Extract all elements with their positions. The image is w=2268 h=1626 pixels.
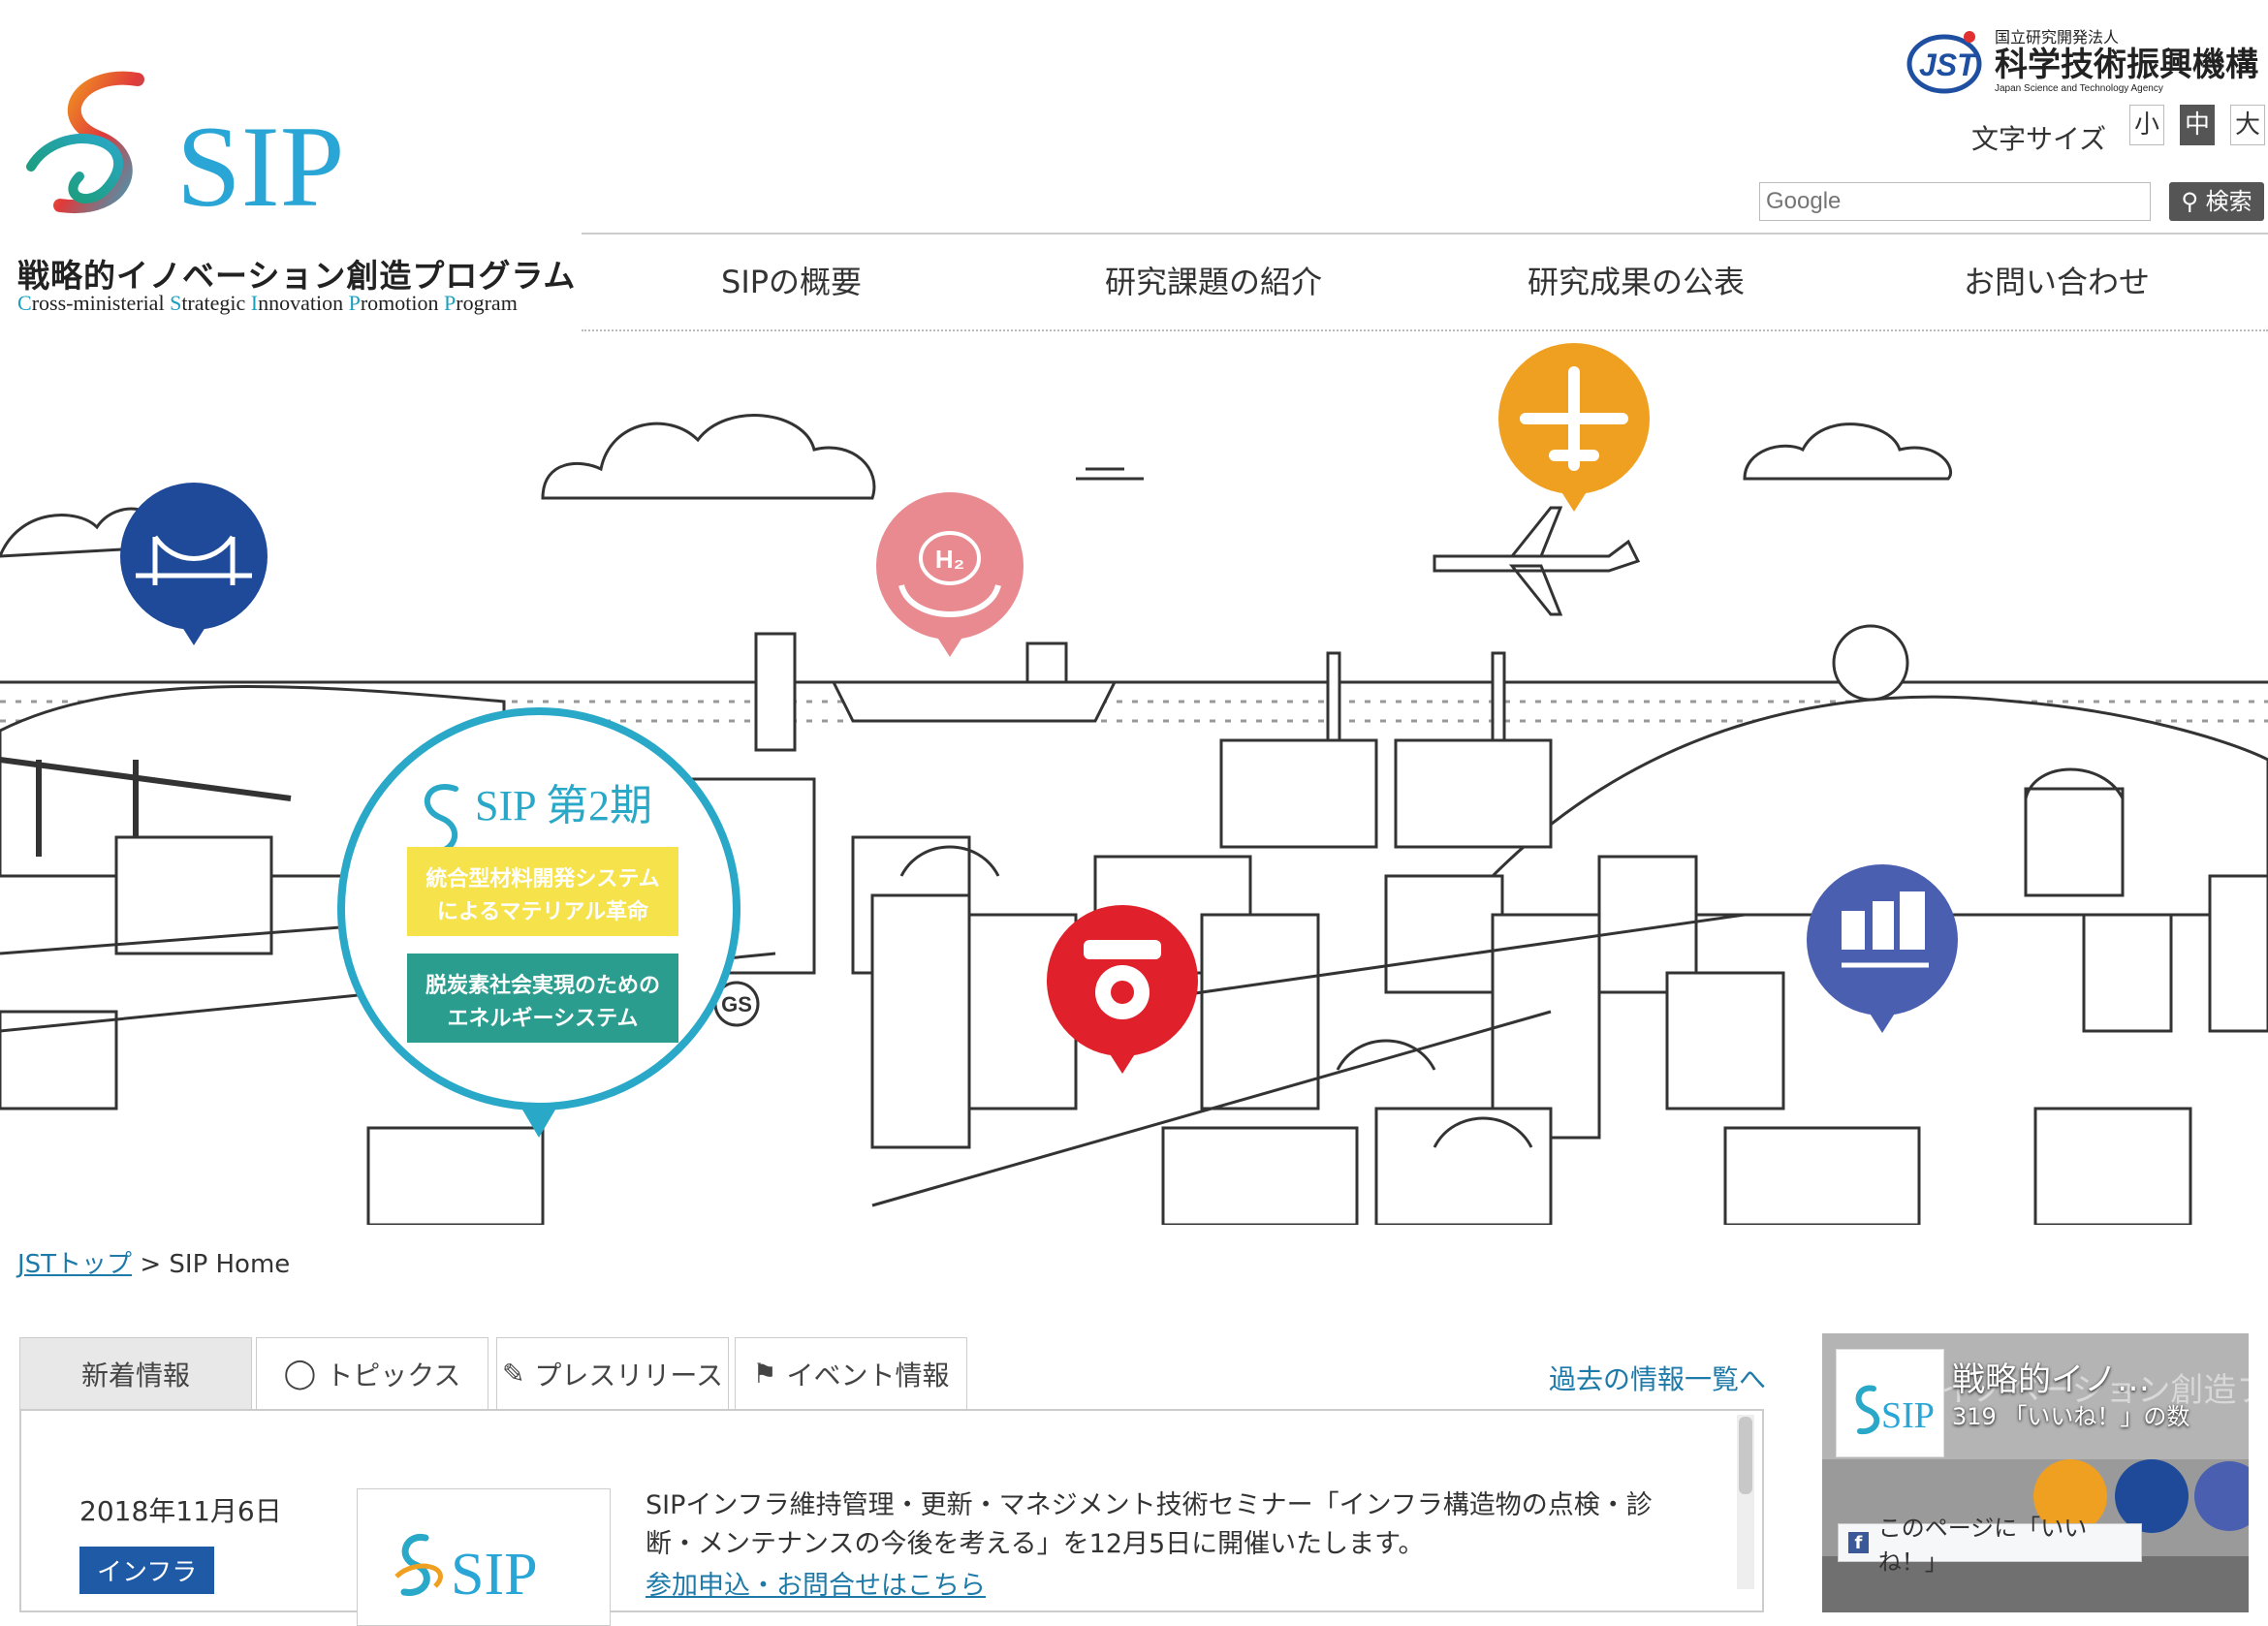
past-info-link[interactable]: 過去の情報一覧へ xyxy=(1549,1359,1766,1397)
search-button-label: 検索 xyxy=(2205,188,2252,215)
svg-text:GS: GS xyxy=(721,992,752,1016)
tab-events[interactable]: ⚑ イベント情報 xyxy=(735,1337,967,1409)
cloud xyxy=(1076,467,1144,481)
font-size-small-button[interactable]: 小 xyxy=(2129,105,2164,145)
nav-item-contact[interactable]: お問い合わせ xyxy=(1964,258,2150,302)
font-size-medium-button[interactable]: 中 xyxy=(2180,105,2215,145)
sip-logo-text: SIP xyxy=(176,102,344,231)
facebook-page-avatar[interactable]: SIP xyxy=(1836,1349,1944,1457)
facebook-like-button[interactable]: f このページに「いいね！」 xyxy=(1838,1515,2142,1576)
flag-icon: ⚑ xyxy=(752,1358,777,1390)
font-size-label: 文字サイズ xyxy=(1971,123,2107,155)
nav-divider xyxy=(582,233,2268,235)
nav-divider-dotted xyxy=(582,329,2268,331)
jst-logo[interactable]: JST 国立研究開発法人 科学技術振興機構 Japan Science and … xyxy=(1906,23,2264,101)
pin-aviation xyxy=(1498,343,1650,512)
svg-text:科学技術振興機構: 科学技術振興機構 xyxy=(1995,46,2258,84)
news-apply-link[interactable]: 参加申込・お問合せはこちら xyxy=(646,1564,986,1602)
facebook-icon: f xyxy=(1848,1532,1869,1553)
program-name-en: Cross-ministerial Strategic Innovation P… xyxy=(17,291,518,315)
search-icon: ⚲ xyxy=(2181,188,2198,215)
search-button[interactable]: ⚲ 検索 xyxy=(2169,182,2264,221)
program-name-jp: 戦略的イノベーション創造プログラム xyxy=(17,257,577,295)
font-size-large-button[interactable]: 大 xyxy=(2230,105,2265,145)
airplane xyxy=(1433,506,1641,616)
badge-item-energy-2: エネルギーシステム xyxy=(448,1007,639,1031)
nav-item-results[interactable]: 研究成果の公表 xyxy=(1528,258,1745,302)
breadcrumb-current: SIP Home xyxy=(169,1250,291,1279)
search-input[interactable] xyxy=(1759,182,2151,221)
ship xyxy=(831,680,1118,723)
news-scrollbar-thumb[interactable] xyxy=(1739,1417,1752,1494)
svg-text:国立研究開発法人: 国立研究開発法人 xyxy=(1995,28,2119,47)
tab-label: 新着情報 xyxy=(80,1359,190,1391)
breadcrumb-separator: > xyxy=(140,1250,162,1279)
news-category-tag[interactable]: インフラ xyxy=(79,1547,215,1594)
lightbulb-icon: ◯ xyxy=(283,1357,317,1391)
svg-text:Japan Science and Technology A: Japan Science and Technology Agency xyxy=(1995,83,2163,94)
tab-new-info[interactable]: 新着情報 xyxy=(19,1337,252,1409)
badge-title: SIP 第2期 xyxy=(475,782,652,829)
facebook-page-widget[interactable]: 戦略的イノベーション創造プログラ SIP 戦略的イノ… 319 「いいね！」の数… xyxy=(1822,1333,2249,1612)
facebook-page-title[interactable]: 戦略的イノ… xyxy=(1952,1353,2150,1400)
sip-logo[interactable]: SIP xyxy=(21,60,370,235)
tab-label: イベント情報 xyxy=(786,1359,950,1391)
news-thumbnail[interactable]: SIP xyxy=(357,1488,611,1626)
tab-topics[interactable]: ◯ トピックス xyxy=(256,1337,488,1409)
sip-phase2-badge: SIP 第2期 統合型材料開発システム によるマテリアル革命 脱炭素社会実現のた… xyxy=(337,707,740,1138)
svg-text:SIP: SIP xyxy=(1881,1395,1935,1436)
facebook-like-label: このページに「いいね！」 xyxy=(1877,1515,2088,1576)
pin-urban xyxy=(1807,864,1958,1033)
facebook-like-count: 319 「いいね！」の数 xyxy=(1952,1403,2190,1430)
breadcrumb-home-link[interactable]: JSTトップ xyxy=(17,1250,132,1279)
news-text: SIPインフラ維持管理・更新・マネジメント技術セミナー「インフラ構造物の点検・診… xyxy=(646,1490,1653,1559)
tab-label: トピックス xyxy=(326,1359,461,1391)
cloud xyxy=(541,414,876,500)
tab-label: プレスリリース xyxy=(534,1359,724,1391)
hero-city-illustration: H₂ GS SIP 第2期 統合型材料開発システム によるマテリアル革命 脱炭素… xyxy=(0,333,2268,1225)
pin-infrastructure-bridge xyxy=(120,483,268,645)
nav-item-overview[interactable]: SIPの概要 xyxy=(721,258,862,302)
cloud xyxy=(1743,422,1952,481)
svg-text:H₂: H₂ xyxy=(935,545,964,574)
breadcrumb: JSTトップ > SIP Home xyxy=(17,1244,290,1280)
badge-item-materials: 統合型材料開発システム xyxy=(425,866,659,891)
pen-icon: ✎ xyxy=(501,1358,525,1390)
pin-hydrogen: H₂ xyxy=(876,492,1024,657)
nav-item-research-topics[interactable]: 研究課題の紹介 xyxy=(1105,258,1322,302)
svg-text:JST: JST xyxy=(1919,47,1978,82)
badge-item-materials-2: によるマテリアル革命 xyxy=(437,899,649,924)
svg-text:SIP: SIP xyxy=(451,1542,538,1608)
news-date: 2018年11月6日 xyxy=(79,1495,282,1527)
badge-item-energy: 脱炭素社会実現のための xyxy=(425,973,660,998)
tab-press-release[interactable]: ✎ プレスリリース xyxy=(496,1337,729,1409)
